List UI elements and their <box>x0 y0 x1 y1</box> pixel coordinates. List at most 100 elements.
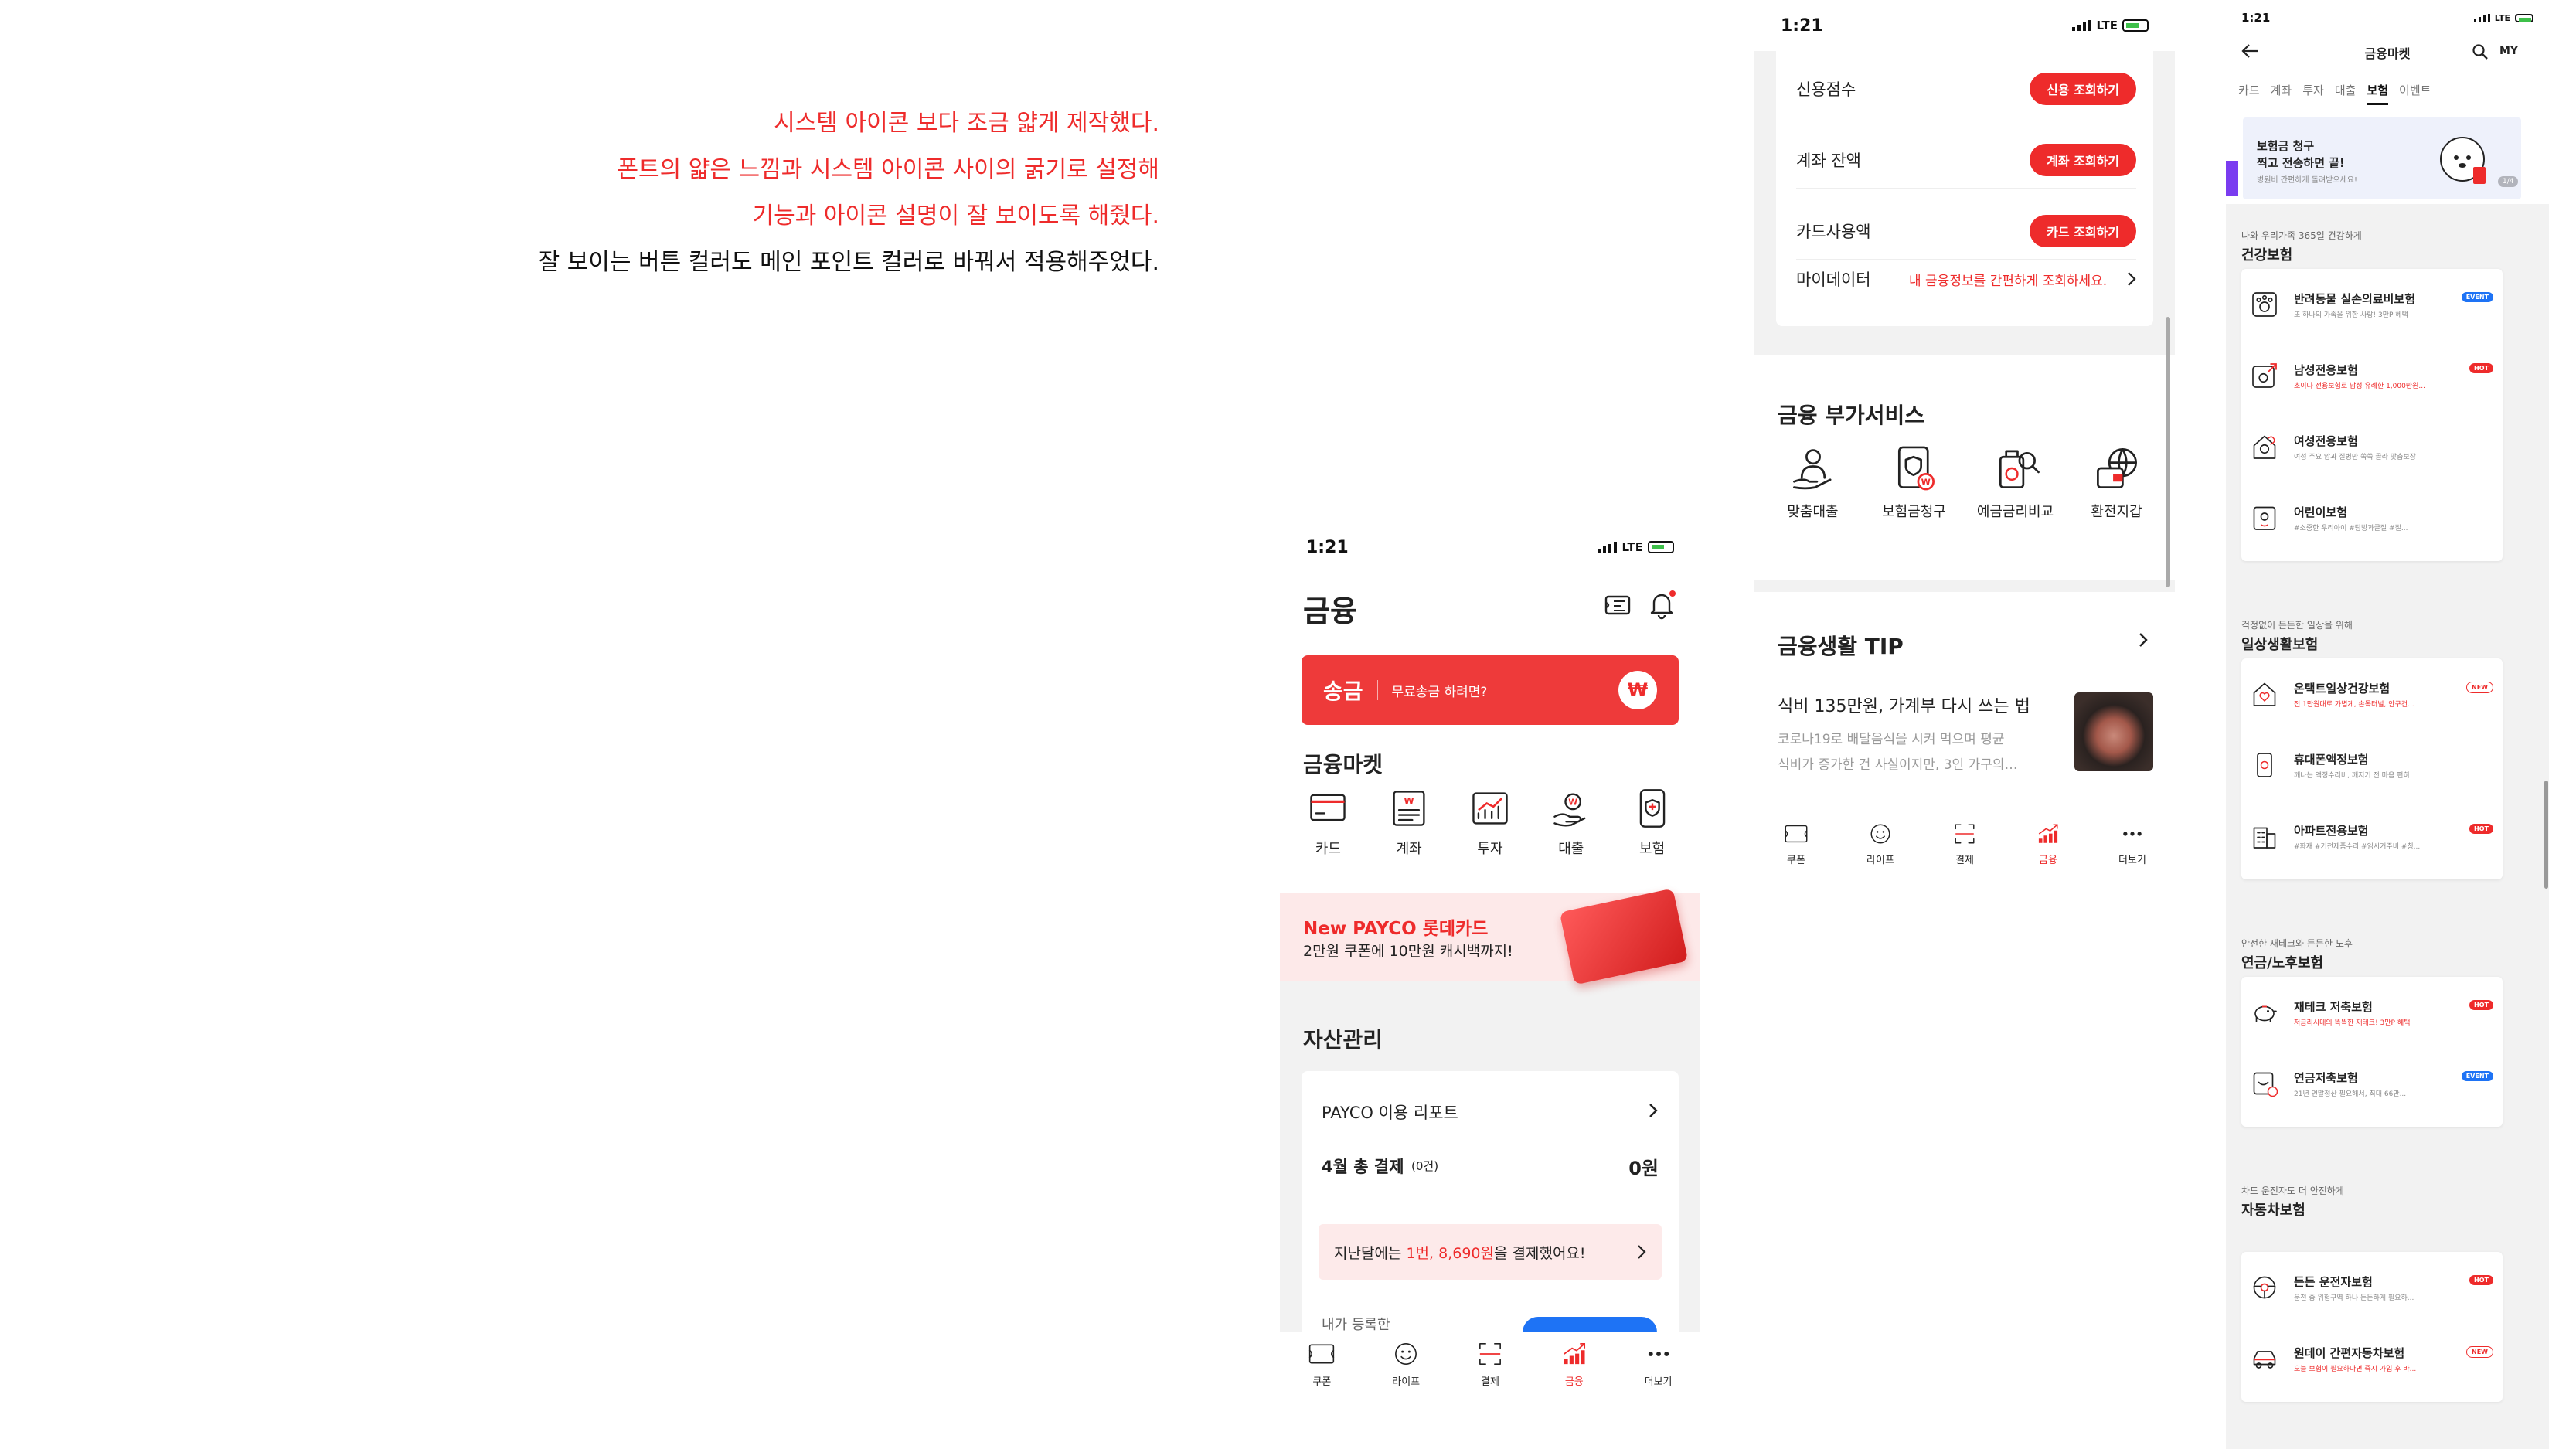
scrollbar[interactable] <box>2166 317 2170 587</box>
badge: HOT <box>2469 363 2493 373</box>
tab-more[interactable]: 더보기 <box>2118 821 2146 866</box>
insurance-item[interactable]: 든든 운전자보험 운전 중 위험구역 하나 든든하게 필요하... HOT <box>2249 1263 2496 1317</box>
insurance-item[interactable]: 온택트일상건강보험전 1만원대로 가볍게, 손목터널, 안구건... NEW <box>2249 669 2496 723</box>
report-title: PAYCO 이용 리포트 <box>1322 1104 1458 1122</box>
lookup-button[interactable]: 카드 조회하기 <box>2030 214 2136 247</box>
tab-life[interactable]: 라이프 <box>1391 1339 1421 1388</box>
notice-post: 을 결제했어요! <box>1493 1244 1586 1262</box>
market-item[interactable]: W 계좌 <box>1374 787 1444 858</box>
service-item[interactable]: W 보험금청구 <box>1868 444 1961 521</box>
mydata-label: 마이데이터 <box>1796 270 1871 289</box>
search-icon[interactable] <box>2472 43 2489 60</box>
coupon-icon <box>1785 825 1808 843</box>
network-label: LTE <box>2096 19 2118 32</box>
badge: HOT <box>2469 824 2493 834</box>
tab-coupon[interactable]: 쿠폰 <box>1783 821 1809 866</box>
status-bar: 1:21 LTE <box>2226 0 2549 36</box>
transfer-banner[interactable]: 송금 무료송금 하려면? ₩ <box>1302 655 1679 725</box>
insurance-name: 든든 운전자보험 <box>2294 1275 2373 1289</box>
market-tab[interactable]: 보험 <box>2367 82 2389 105</box>
signal-icon <box>2473 14 2490 22</box>
insurance-name: 재테크 저축보험 <box>2294 1000 2373 1014</box>
life-icon <box>1870 824 1890 844</box>
section-title: 연금/노후보험 <box>2241 955 2323 971</box>
tip-article[interactable]: 식비 135만원, 가계부 다시 쓰는 법 코로나19로 배달음식을 시켜 먹으… <box>1778 692 2153 777</box>
scrollbar[interactable] <box>2544 781 2548 889</box>
tab-pay-scan[interactable]: 결제 <box>1475 1339 1505 1388</box>
insurance-item[interactable]: 연금저축보험 21년 연말정산 필요해서, 최대 66만... EVENT <box>2249 1059 2496 1113</box>
insurance-card: 든든 운전자보험 운전 중 위험구역 하나 든든하게 필요하... HOT 원데이 간… <box>2241 1252 2503 1402</box>
network-label: LTE <box>1621 540 1643 554</box>
insurance-card: 반려동물 실손의료비보험 또 하나의 가족을 위한 사랑! 3만P 혜택 EVENT… <box>2241 269 2503 561</box>
insurance-name: 휴대폰액정보험 <box>2294 753 2369 767</box>
last-month-notice[interactable]: 지난달에는 1번, 8,690원 을 결제했어요! <box>1319 1224 1662 1280</box>
insurance-item[interactable]: 어린이보험 #소중한 우리아이 #탐방과골절 #질... <box>2249 493 2496 547</box>
market-tab[interactable]: 대출 <box>2335 82 2357 105</box>
insurance-item[interactable]: 원데이 간편자동차보험 오늘 보험이 필요하다면 즉시 가입 후 바... NEW <box>2249 1334 2496 1388</box>
bell-icon[interactable] <box>1646 589 1677 620</box>
pension-icon <box>2253 1072 2278 1097</box>
market-item[interactable]: W 대출 <box>1536 787 1606 858</box>
mydata-row[interactable]: 마이데이터 내 금융정보를 간편하게 조회하세요. <box>1796 267 2136 291</box>
tab-life[interactable]: 라이프 <box>1866 821 1894 866</box>
service-item[interactable]: 예금금리비교 <box>1969 444 2062 521</box>
insurance-item[interactable]: 남성전용보험 초이나 전용보험로 남성 유례한 1,000만원... HOT <box>2249 351 2496 405</box>
chevron-right-icon[interactable] <box>1648 1102 1659 1119</box>
service-label: 환전지갑 <box>2091 504 2142 520</box>
report-count: (0건) <box>1411 1159 1439 1173</box>
insurance-item[interactable]: 반려동물 실손의료비보험 또 하나의 가족을 위한 사랑! 3만P 혜택 EVENT <box>2249 280 2496 334</box>
tab-coupon[interactable]: 쿠폰 <box>1307 1339 1336 1388</box>
my-button[interactable]: MY <box>2499 45 2518 57</box>
market-item[interactable]: 투자 <box>1455 787 1525 858</box>
service-item[interactable]: 환전지갑 <box>2071 444 2163 521</box>
claim-promo-banner[interactable]: 보험금 청구 찍고 전송하면 끝! 병원비 간편하게 돌려받으세요! 1/4 <box>2226 117 2549 204</box>
insurance-item[interactable]: 아파트전용보험 #화재 #기전제품수리 #임시거주비 #칭... HOT <box>2249 811 2496 866</box>
chevron-right-icon[interactable] <box>2138 631 2149 648</box>
market-item[interactable]: 카드 <box>1293 787 1363 858</box>
insurance-card: 온택트일상건강보험전 1만원대로 가볍게, 손목터널, 안구건... NEW 휴대폰… <box>2241 658 2503 879</box>
design-note-1: 시스템 아이콘 보다 조금 얇게 제작했다. <box>774 110 1159 137</box>
tab-label: 라이프 <box>1392 1376 1421 1388</box>
tab-more[interactable]: 더보기 <box>1644 1339 1673 1388</box>
insurance-card: 재테크 저축보험 저금리시대의 똑똑한 재테크! 3만P 혜택 HOT 연금저축보험 2… <box>2241 977 2503 1127</box>
banner-title: New PAYCO 롯데카드 <box>1303 919 1489 939</box>
insurance-desc: 전 1만원대로 가볍게, 손목터널, 안구건... <box>2294 701 2414 709</box>
insurance-claim-icon: W <box>1897 446 1935 491</box>
insurance-item[interactable]: 여성전용보험 여성 주요 암과 질병만 쏙쏙 골라 맞춤보장 <box>2249 422 2496 476</box>
insurance-item[interactable]: 재테크 저축보험 저금리시대의 똑똑한 재테크! 3만P 혜택 HOT <box>2249 988 2496 1042</box>
insurance-desc: 또 하나의 가족을 위한 사랑! 3만P 혜택 <box>2294 311 2408 319</box>
tab-finance[interactable]: 금융 <box>2035 821 2061 866</box>
svg-text:W: W <box>1921 478 1930 488</box>
coupon-box-icon[interactable] <box>1603 590 1632 620</box>
lotte-card-banner[interactable]: New PAYCO 롯데카드 2만원 쿠폰에 10만원 캐시백까지! <box>1280 888 1700 985</box>
tab-finance[interactable]: 금융 <box>1560 1339 1589 1388</box>
tab-pay-scan[interactable]: 결제 <box>1952 821 1978 866</box>
market-tab[interactable]: 투자 <box>2302 82 2324 105</box>
market-tab[interactable]: 카드 <box>2238 82 2260 105</box>
insurance-desc: 저금리시대의 똑똑한 재테크! 3만P 혜택 <box>2294 1019 2411 1027</box>
finance-home-screen: 1:21 LTE 금융 송금 무료송금 하려면? ₩ 금융마켓 카드 W 계좌 투자 W… <box>1280 524 1700 1441</box>
coupon-icon <box>1309 1344 1335 1364</box>
market-tab[interactable]: 이벤트 <box>2399 82 2431 105</box>
insurance-name: 아파트전용보험 <box>2294 824 2369 838</box>
battery-icon <box>2122 19 2149 32</box>
finance-services-screen: 1:21 LTE 신용점수 신용 조회하기 계좌 잔액 계좌 조회하기 카드사용액 카드 … <box>1754 0 2175 869</box>
insurance-item[interactable]: 휴대폰액정보험 깨나는 액정수리비, 깨지기 전 마음 편히 <box>2249 740 2496 794</box>
car-icon <box>2253 1351 2276 1369</box>
insurance-desc: #화재 #기전제품수리 #임시거주비 #칭... <box>2294 843 2421 851</box>
market-item-label: 보험 <box>1639 841 1666 857</box>
service-item[interactable]: 맞춤대출 <box>1767 444 1860 521</box>
insurance-name: 남성전용보험 <box>2294 363 2358 377</box>
badge: NEW <box>2466 682 2493 693</box>
insurance-name: 온택트일상건강보험 <box>2294 682 2391 696</box>
market-category-tabs: 카드 계좌 투자 대출 보험 이벤트 <box>2238 82 2431 105</box>
lookup-button[interactable]: 계좌 조회하기 <box>2030 143 2136 176</box>
lookup-label: 계좌 잔액 <box>1796 151 1861 170</box>
lookup-button[interactable]: 신용 조회하기 <box>2030 72 2136 105</box>
market-item[interactable]: 보험 <box>1618 787 1687 858</box>
market-tab[interactable]: 계좌 <box>2271 82 2292 105</box>
tab-label: 금융 <box>1564 1376 1584 1388</box>
report-month: 4월 총 결제 <box>1322 1158 1404 1176</box>
tab-label: 쿠폰 <box>1312 1376 1332 1388</box>
status-time: 1:21 <box>1781 15 1823 36</box>
